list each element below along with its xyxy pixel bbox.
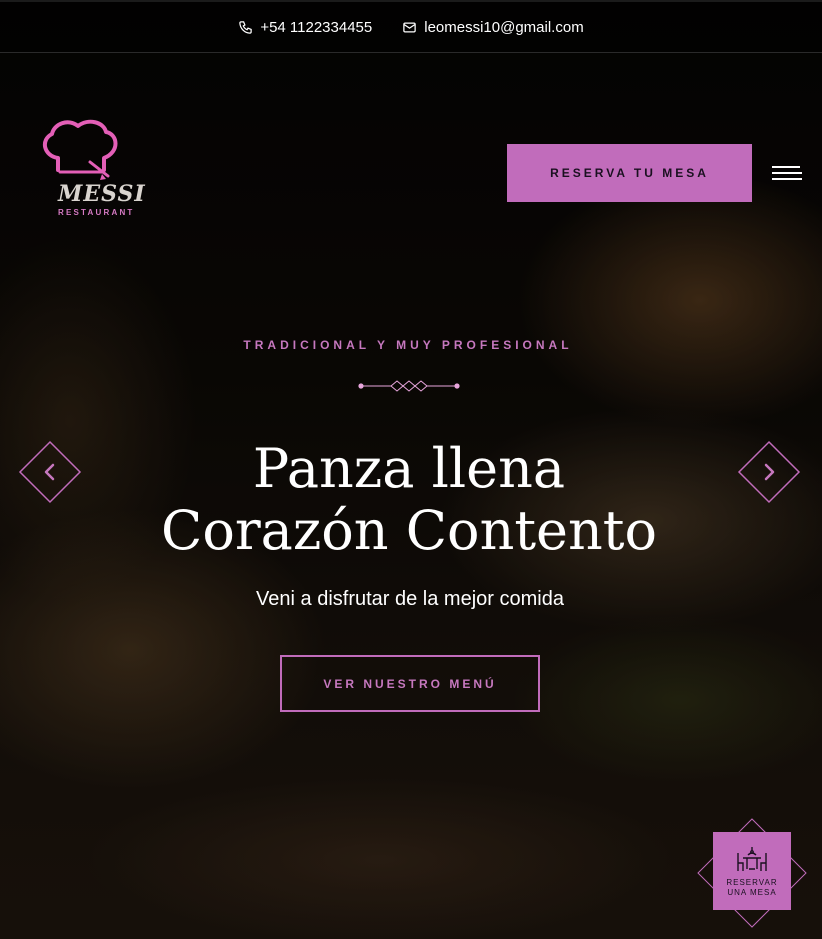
- float-label-line1: RESERVAR: [726, 877, 778, 887]
- floating-reserve-widget[interactable]: RESERVAR UNA MESA: [697, 818, 807, 928]
- float-label: RESERVAR UNA MESA: [726, 878, 777, 898]
- hero-title: Panza llena Corazón Contento: [0, 438, 818, 562]
- hero-subtitle: Veni a disfrutar de la mejor comida: [256, 588, 564, 610]
- logo-subtitle: RESTAURANT: [58, 208, 135, 217]
- slider-next-button[interactable]: [737, 440, 801, 504]
- chevron-right-icon: [764, 463, 775, 481]
- view-menu-button[interactable]: VER NUESTRO MENÚ: [280, 655, 540, 712]
- phone-icon: [239, 20, 253, 34]
- mail-icon: [403, 22, 416, 32]
- contact-bar: +54 1122334455 leomessi10@gmail.com: [0, 0, 822, 53]
- reserve-table-button[interactable]: RESERVA TU MESA: [507, 144, 752, 202]
- hero-eyebrow: TRADICIONAL Y MUY PROFESIONAL: [243, 338, 573, 352]
- hero-title-line1: Panza llena: [252, 437, 566, 500]
- email-link[interactable]: leomessi10@gmail.com: [402, 18, 584, 36]
- chef-hat-icon: [42, 119, 118, 180]
- chevron-left-icon: [44, 463, 55, 481]
- ornament-divider-icon: [358, 380, 460, 392]
- logo-name: MESSI: [58, 181, 146, 207]
- phone-link[interactable]: +54 1122334455: [238, 19, 372, 36]
- reserve-table-float-button[interactable]: RESERVAR UNA MESA: [713, 832, 791, 910]
- phone-number: +54 1122334455: [260, 18, 373, 36]
- dining-table-icon: [737, 846, 767, 871]
- hero-title-line2: Corazón Contento: [161, 499, 657, 562]
- hamburger-menu-icon[interactable]: [772, 166, 802, 182]
- email-address: leomessi10@gmail.com: [424, 18, 584, 36]
- restaurant-logo[interactable]: MESSI RESTAURANT: [36, 118, 152, 218]
- slider-prev-button[interactable]: [18, 440, 82, 504]
- float-label-line2: UNA MESA: [727, 887, 777, 897]
